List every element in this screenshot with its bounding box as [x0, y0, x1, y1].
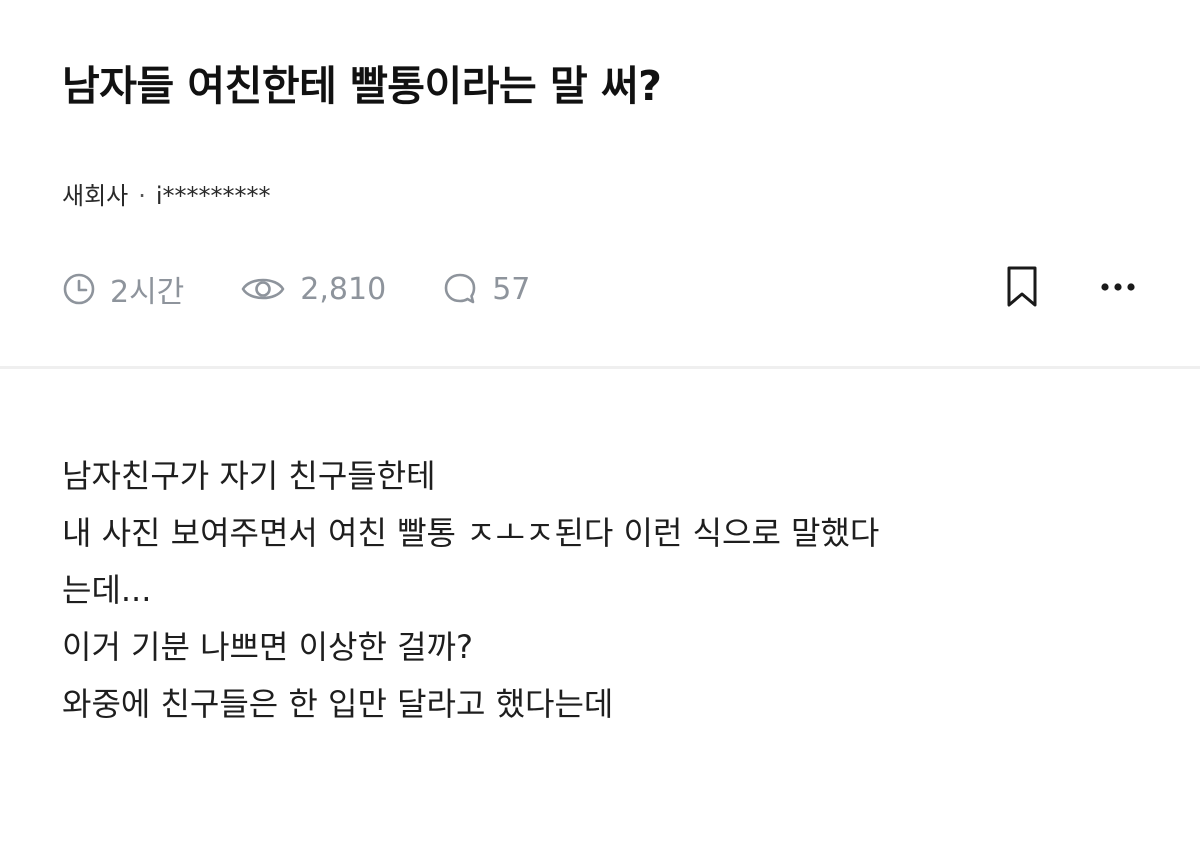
clock-icon: [63, 273, 95, 305]
post-body-line: 내 사진 보여주면서 여친 빨통 ㅈㅗㅈ된다 이런 식으로 말했다: [62, 514, 880, 552]
bookmark-button[interactable]: [1000, 262, 1044, 312]
post-body-line: 와중에 친구들은 한 입만 달라고 했다는데: [62, 685, 614, 723]
author-separator: ·: [138, 182, 146, 210]
post-meta: 2시간 2,810 57: [62, 266, 586, 312]
speech-bubble-icon: [444, 273, 476, 304]
bookmark-icon: [1007, 266, 1037, 307]
company-name[interactable]: 새회사: [62, 182, 128, 210]
more-horizontal-icon: [1101, 283, 1135, 291]
post-body-line: 이거 기분 나쁘면 이상한 걸까?: [62, 628, 473, 666]
post-body-line: 는데...: [62, 571, 152, 609]
post-time-value: 2시간: [110, 275, 185, 310]
post-views-value: 2,810: [300, 271, 387, 307]
post-title: 남자들 여친한테 빨통이라는 말 써?: [62, 62, 662, 110]
post-time: 2시간: [62, 267, 184, 311]
post-body-line: 남자친구가 자기 친구들한테: [62, 457, 436, 495]
author-name[interactable]: i*********: [156, 182, 271, 210]
post-comments-value: 57: [492, 271, 531, 307]
more-options-button[interactable]: [1096, 262, 1140, 312]
author-line: 새회사 · i*********: [62, 176, 271, 211]
post-actions: [1000, 262, 1140, 312]
post-comments[interactable]: 57: [442, 271, 530, 307]
eye-icon: [241, 278, 285, 300]
section-divider: [0, 366, 1200, 369]
post-body: 남자친구가 자기 친구들한테 내 사진 보여주면서 여친 빨통 ㅈㅗㅈ된다 이런…: [62, 448, 1152, 733]
post-views: 2,810: [240, 272, 386, 307]
